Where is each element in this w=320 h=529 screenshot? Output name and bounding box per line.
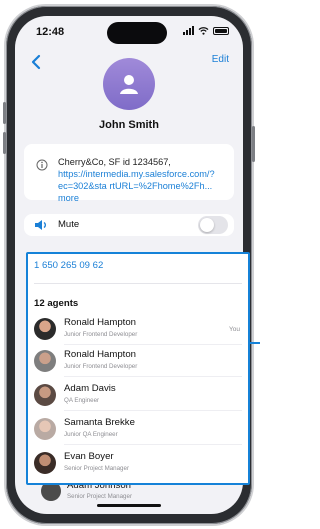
agent-row[interactable]: Adam Davis QA Engineer bbox=[34, 382, 242, 411]
agent-avatar bbox=[34, 384, 56, 406]
info-company: Cherry&Co, SF id 1234567, bbox=[58, 157, 171, 167]
power-button bbox=[252, 126, 255, 162]
agent-name: Adam Davis bbox=[64, 383, 116, 394]
back-chevron-icon[interactable] bbox=[27, 52, 47, 72]
agent-name: Ronald Hampton bbox=[64, 317, 136, 328]
wifi-icon bbox=[198, 27, 209, 35]
agent-avatar bbox=[34, 452, 56, 474]
salesforce-link[interactable]: https://intermedia.my.salesforce.com/?ec… bbox=[58, 169, 215, 191]
agent-name: Ronald Hampton bbox=[64, 349, 136, 360]
agent-role: QA Engineer bbox=[64, 397, 100, 404]
person-icon bbox=[120, 75, 138, 94]
status-bar: 12:48 bbox=[15, 16, 243, 46]
dynamic-island bbox=[107, 22, 167, 44]
agent-role: Senior Project Manager bbox=[64, 465, 130, 472]
home-indicator bbox=[97, 504, 161, 507]
contact-info-card: Cherry&Co, SF id 1234567, https://interm… bbox=[24, 144, 234, 203]
agent-role: Senior Project Manager bbox=[67, 493, 133, 500]
agent-row[interactable]: Ronald Hampton Junior Frontend Developer bbox=[34, 348, 242, 377]
you-badge: You bbox=[229, 326, 240, 333]
signal-icon bbox=[183, 26, 194, 35]
agent-avatar bbox=[34, 350, 56, 372]
agent-role: Junior QA Engineer bbox=[64, 431, 118, 438]
selection-connector bbox=[250, 342, 260, 344]
agent-name: Samanta Brekke bbox=[64, 417, 135, 428]
status-time: 12:48 bbox=[36, 26, 65, 38]
battery-icon bbox=[213, 26, 229, 35]
divider bbox=[34, 283, 242, 284]
mute-label: Mute bbox=[58, 219, 80, 230]
edit-button[interactable]: Edit bbox=[212, 54, 229, 65]
mute-toggle[interactable] bbox=[198, 216, 228, 234]
volume-button bbox=[3, 102, 6, 124]
phone-number-link[interactable]: 1 650 265 09 62 bbox=[34, 260, 103, 271]
contact-name: John Smith bbox=[99, 119, 159, 131]
speaker-icon bbox=[35, 220, 46, 230]
selection-highlight: 1 650 265 09 62 12 agents Ronald Hampton… bbox=[26, 252, 250, 485]
divider bbox=[64, 410, 242, 411]
status-icons bbox=[183, 26, 229, 35]
divider bbox=[64, 444, 242, 445]
agent-avatar bbox=[34, 318, 56, 340]
volume-button bbox=[3, 132, 6, 154]
more-link[interactable]: more bbox=[58, 193, 79, 203]
contact-avatar bbox=[103, 58, 155, 110]
agent-role: Junior Frontend Developer bbox=[64, 363, 138, 370]
divider bbox=[64, 344, 242, 345]
agent-row[interactable]: Evan Boyer Senior Project Manager bbox=[34, 450, 242, 478]
divider bbox=[64, 376, 242, 377]
agent-role: Junior Frontend Developer bbox=[64, 331, 138, 338]
info-icon bbox=[36, 159, 48, 171]
agents-count-header: 12 agents bbox=[34, 298, 79, 309]
agent-name: Evan Boyer bbox=[64, 451, 114, 462]
contact-info-text: Cherry&Co, SF id 1234567, https://interm… bbox=[58, 156, 228, 204]
agent-avatar bbox=[34, 418, 56, 440]
mute-row: Mute bbox=[24, 214, 234, 236]
agent-row[interactable]: Ronald Hampton Junior Frontend Developer… bbox=[34, 316, 242, 345]
agent-row[interactable]: Samanta Brekke Junior QA Engineer bbox=[34, 416, 242, 445]
